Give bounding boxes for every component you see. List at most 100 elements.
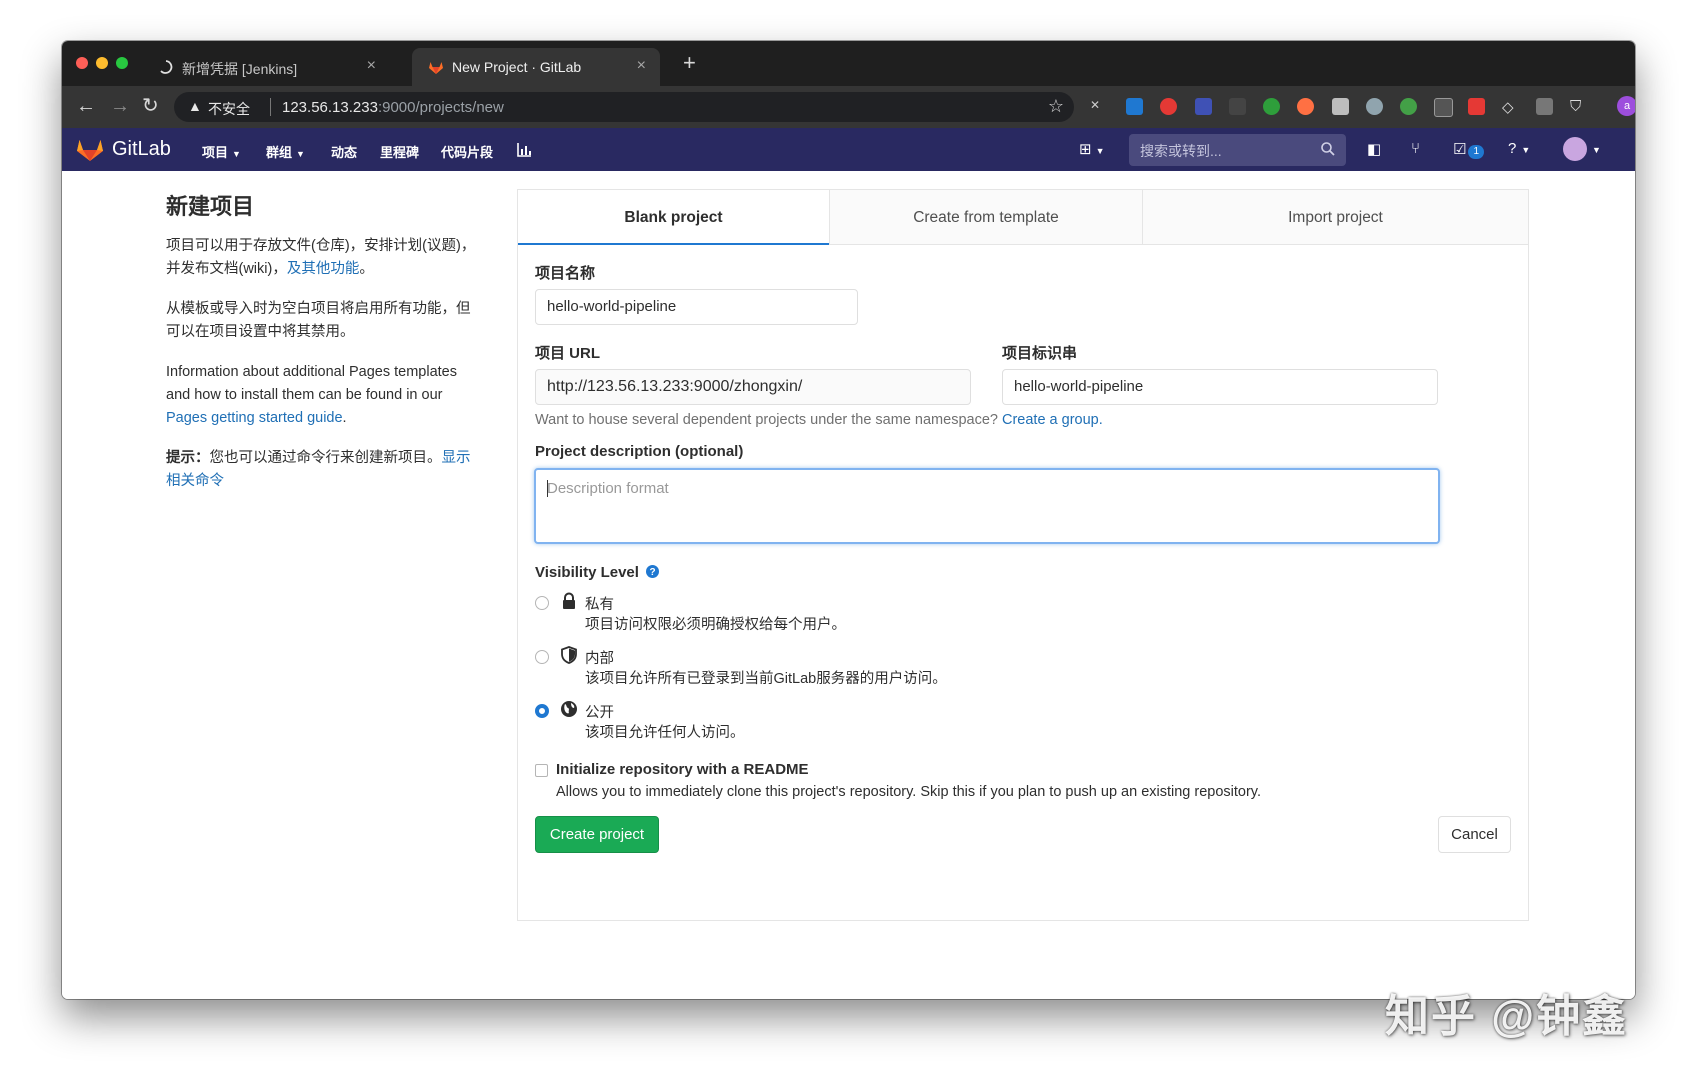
chevron-down-icon: ▼ xyxy=(232,149,241,159)
address-bar[interactable]: ▲ 不安全 123.56.13.233:9000/projects/new ☆ xyxy=(174,92,1074,122)
tab-close-icon[interactable]: × xyxy=(367,57,376,75)
help-icon[interactable]: ? ▼ xyxy=(1508,140,1530,157)
extension-grid-icon[interactable] xyxy=(1332,98,1349,115)
security-status[interactable]: 不安全 xyxy=(208,99,250,119)
description-placeholder: Description format xyxy=(547,480,669,497)
forward-arrow-icon[interactable]: → xyxy=(110,95,130,117)
user-avatar-dropdown[interactable]: ▼ xyxy=(1563,137,1601,161)
reload-icon[interactable]: ↻ xyxy=(142,95,159,117)
visibility-public-title[interactable]: 公开 xyxy=(585,701,614,722)
tab-import-project[interactable]: Import project xyxy=(1142,190,1528,245)
sidebar-paragraph-pages: Information about additional Pages templ… xyxy=(166,361,481,430)
readme-label[interactable]: Initialize repository with a README xyxy=(556,761,809,778)
pages-guide-link[interactable]: Pages getting started guide xyxy=(166,410,343,426)
bar-chart-icon[interactable] xyxy=(517,142,532,157)
extension-orange-icon[interactable] xyxy=(1297,98,1314,115)
lock-icon xyxy=(563,592,575,609)
avatar xyxy=(1563,137,1587,161)
search-box[interactable] xyxy=(1129,134,1346,166)
extension-hook-icon[interactable] xyxy=(1366,98,1383,115)
extension-evernote-icon[interactable] xyxy=(1263,98,1280,115)
extension-jh-icon[interactable] xyxy=(1195,98,1212,115)
cancel-button[interactable]: Cancel xyxy=(1438,816,1511,853)
new-tab-icon[interactable]: + xyxy=(683,52,696,74)
tab-gitlab-new-project[interactable]: New Project · GitLab × xyxy=(412,48,660,86)
url-path: :9000/projects/new xyxy=(377,99,504,116)
visibility-level-label: Visibility Level ? xyxy=(535,564,660,581)
warning-icon: ▲ xyxy=(188,98,202,114)
create-group-link[interactable]: Create a group. xyxy=(1002,412,1103,428)
zhihu-watermark: 知乎 @钟鑫 xyxy=(1385,992,1629,1041)
address-url[interactable]: 123.56.13.233:9000/projects/new xyxy=(282,99,504,116)
visibility-public-radio[interactable] xyxy=(535,704,549,718)
gitlab-tanuki-icon xyxy=(429,62,443,74)
visibility-internal-desc: 该项目允许所有已登录到当前GitLab服务器的用户访问。 xyxy=(585,671,947,687)
nav-snippets[interactable]: 代码片段 xyxy=(441,142,493,161)
url-host: 123.56.13.233 xyxy=(282,99,378,116)
address-divider xyxy=(270,98,271,116)
extension-chart-icon[interactable] xyxy=(1229,98,1246,115)
project-type-tabs: Blank project Create from template Impor… xyxy=(518,190,1528,246)
browser-toolbar: ← → ↻ ▲ 不安全 123.56.13.233:9000/projects/… xyxy=(62,86,1635,128)
nav-activity[interactable]: 动态 xyxy=(331,142,357,161)
extension-p-icon[interactable] xyxy=(1126,98,1143,115)
tab-create-from-template[interactable]: Create from template xyxy=(829,190,1142,245)
window-maximize-button[interactable] xyxy=(116,57,128,69)
search-input[interactable] xyxy=(1138,140,1322,162)
issues-icon[interactable]: ◧ xyxy=(1367,140,1381,158)
visibility-private-title[interactable]: 私有 xyxy=(585,593,614,614)
extension-glasses-icon[interactable] xyxy=(1434,98,1453,117)
project-url-namespace[interactable]: http://123.56.13.233:9000/zhongxin/ xyxy=(535,369,971,405)
sidebar-text: 您也可以通过命令行来创建新项目。 xyxy=(209,450,442,466)
new-project-sidebar: 新建项目 项目可以用于存放文件(仓库)，安排计划(议题)，并发布文档(wiki)… xyxy=(166,189,481,510)
project-slug-input[interactable]: hello-world-pipeline xyxy=(1002,369,1438,405)
search-icon[interactable] xyxy=(1320,141,1336,157)
sidebar-text: . xyxy=(342,410,347,426)
todos-icon[interactable]: ☑ 1 xyxy=(1453,140,1485,159)
help-question-icon[interactable]: ? xyxy=(646,565,660,578)
main-content: 新建项目 项目可以用于存放文件(仓库)，安排计划(议题)，并发布文档(wiki)… xyxy=(62,171,1635,999)
tab-jenkins[interactable]: 新增凭据 [Jenkins] × xyxy=(142,48,390,86)
sidebar-paragraph-templates: 从模板或导入时为空白项目将启用所有功能，但可以在项目设置中将其禁用。 xyxy=(166,301,471,340)
gitlab-logo-icon[interactable] xyxy=(76,136,104,162)
project-name-input[interactable]: hello-world-pipeline xyxy=(535,289,858,325)
merge-request-icon[interactable]: ⑂ xyxy=(1411,140,1420,157)
page-title: 新建项目 xyxy=(166,194,255,219)
extension-shield-icon[interactable]: ⛉ xyxy=(1570,98,1587,115)
extension-diamond-icon[interactable]: ◇ xyxy=(1502,98,1519,116)
tab-strip: 新增凭据 [Jenkins] × New Project · GitLab × … xyxy=(62,41,1635,86)
extension-red-icon[interactable] xyxy=(1160,98,1177,115)
window-minimize-button[interactable] xyxy=(96,57,108,69)
tab-close-icon[interactable]: × xyxy=(637,57,646,75)
extension-list-icon[interactable] xyxy=(1468,98,1485,115)
visibility-internal-title[interactable]: 内部 xyxy=(585,647,614,668)
visibility-public-desc: 该项目允许任何人访问。 xyxy=(585,725,745,741)
extension-window-icon[interactable] xyxy=(1536,98,1553,115)
profile-avatar[interactable]: a xyxy=(1617,96,1635,116)
create-project-button[interactable]: Create project xyxy=(535,816,659,853)
project-name-label: 项目名称 xyxy=(535,265,596,282)
help-text: Want to house several dependent projects… xyxy=(535,412,998,428)
readme-checkbox[interactable] xyxy=(535,764,548,777)
bookmark-star-icon[interactable]: ☆ xyxy=(1048,96,1064,117)
gitlab-brand[interactable]: GitLab xyxy=(112,138,171,161)
sidebar-text: Information about additional Pages templ… xyxy=(166,364,457,403)
nav-projects[interactable]: 项目 ▼ xyxy=(202,142,241,161)
svg-text:?: ? xyxy=(650,567,656,578)
namespace-help-text: Want to house several dependent projects… xyxy=(535,412,1103,428)
new-item-plus-icon[interactable]: ⊞ ▼ xyxy=(1079,140,1105,158)
sidebar-paragraph-features: 项目可以用于存放文件(仓库)，安排计划(议题)，并发布文档(wiki)，及其他功… xyxy=(166,235,481,281)
extension-leaf-icon[interactable] xyxy=(1400,98,1417,115)
nav-groups[interactable]: 群组 ▼ xyxy=(266,142,305,161)
nav-milestones[interactable]: 里程碑 xyxy=(380,142,419,161)
back-arrow-icon[interactable]: ← xyxy=(76,95,96,117)
more-features-link[interactable]: 及其他功能 xyxy=(287,261,360,277)
extension-x-icon[interactable]: ✕ xyxy=(1090,98,1107,115)
description-textarea[interactable]: Description format xyxy=(534,468,1440,544)
window-close-button[interactable] xyxy=(76,57,88,69)
visibility-internal-radio[interactable] xyxy=(535,650,549,664)
tab-blank-project[interactable]: Blank project xyxy=(518,190,829,245)
text-cursor xyxy=(547,480,548,497)
visibility-private-radio[interactable] xyxy=(535,596,549,610)
readme-desc: Allows you to immediately clone this pro… xyxy=(556,784,1262,800)
